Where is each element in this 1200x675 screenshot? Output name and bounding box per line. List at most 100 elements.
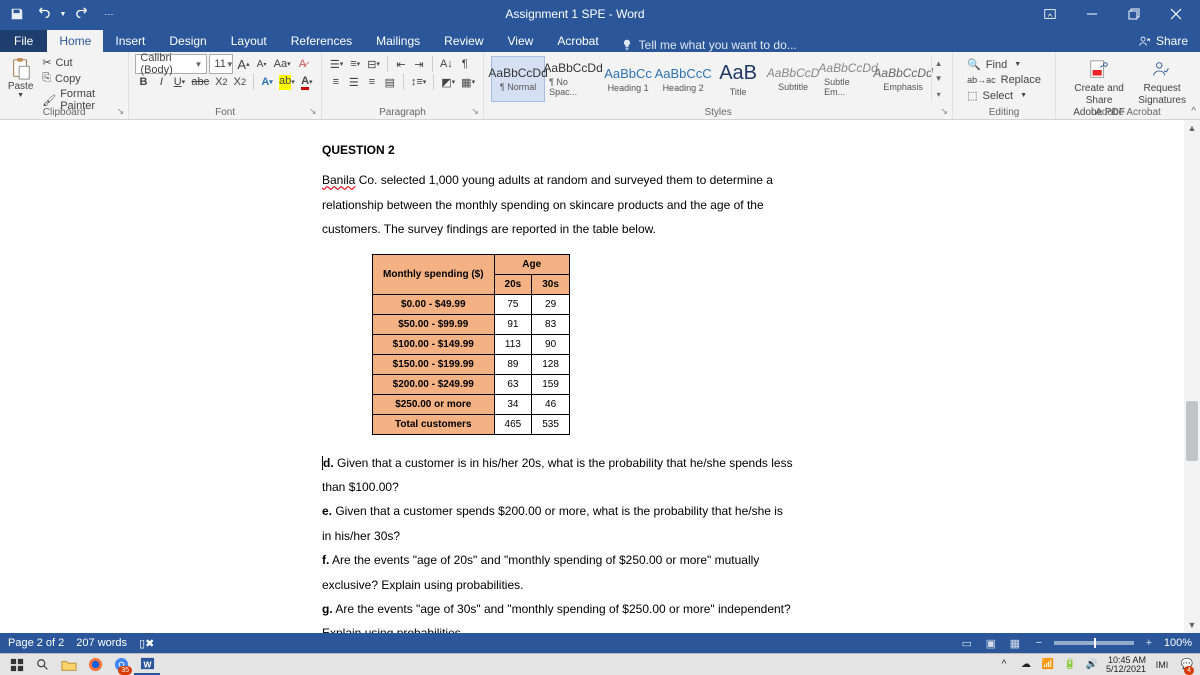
- zoom-in-button[interactable]: +: [1140, 635, 1158, 651]
- select-button[interactable]: ⬚Select▼: [963, 88, 1045, 103]
- zoom-level[interactable]: 100%: [1164, 637, 1192, 649]
- word-button[interactable]: W: [134, 655, 160, 675]
- paste-button[interactable]: Paste ▼: [6, 55, 35, 105]
- scroll-track[interactable]: [1184, 136, 1200, 617]
- find-button[interactable]: 🔍Find▼: [963, 57, 1045, 72]
- styles-launcher[interactable]: ↘: [938, 106, 950, 118]
- word-count[interactable]: 207 words: [76, 637, 127, 650]
- tray-expand-button[interactable]: ^: [996, 655, 1012, 675]
- sort-button[interactable]: A↓: [438, 56, 455, 72]
- increase-indent-button[interactable]: ⇥: [411, 56, 427, 72]
- tab-references[interactable]: References: [279, 30, 364, 52]
- wifi-icon[interactable]: 📶: [1040, 655, 1056, 675]
- clear-formatting-button[interactable]: A̷: [295, 56, 311, 72]
- numbering-button[interactable]: ≡▾: [347, 56, 363, 72]
- align-center-button[interactable]: ☰: [346, 74, 362, 90]
- align-right-button[interactable]: ≡: [364, 74, 380, 90]
- align-left-button[interactable]: ≡: [328, 74, 344, 90]
- underline-button[interactable]: U▾: [171, 74, 187, 90]
- gallery-scroll-up[interactable]: ▲: [932, 56, 945, 71]
- tell-me-search[interactable]: Tell me what you want to do...: [611, 38, 807, 52]
- tab-layout[interactable]: Layout: [219, 30, 279, 52]
- clock[interactable]: 10:45 AM 5/12/2021: [1106, 656, 1146, 674]
- vertical-scrollbar[interactable]: ▲ ▼: [1184, 120, 1200, 633]
- text-effects-button[interactable]: A▾: [259, 74, 275, 90]
- cut-button[interactable]: ✂Cut: [39, 55, 122, 70]
- style-heading2[interactable]: AaBbCcCHeading 2: [656, 56, 710, 102]
- maximize-button[interactable]: [1114, 0, 1154, 28]
- gallery-expand[interactable]: ▾: [932, 87, 945, 102]
- highlight-button[interactable]: ab▾: [277, 74, 297, 90]
- font-color-button[interactable]: A▾: [299, 74, 315, 90]
- scroll-up-button[interactable]: ▲: [1184, 120, 1200, 136]
- grow-font-button[interactable]: A▴: [235, 56, 251, 72]
- document-area[interactable]: QUESTION 2 Banila Co. selected 1,000 you…: [0, 120, 1184, 633]
- onedrive-icon[interactable]: ☁: [1018, 655, 1034, 675]
- change-case-button[interactable]: Aa▾: [272, 56, 293, 72]
- gallery-scroll-down[interactable]: ▼: [932, 71, 945, 86]
- style-subtitle[interactable]: AaBbCcDSubtitle: [766, 56, 820, 102]
- spellcheck-button[interactable]: ▯✖: [139, 637, 154, 650]
- read-mode-button[interactable]: ▭: [958, 635, 976, 651]
- scroll-thumb[interactable]: [1186, 401, 1198, 461]
- undo-dropdown[interactable]: ▼: [58, 3, 68, 25]
- zoom-slider[interactable]: [1054, 641, 1134, 645]
- zoom-out-button[interactable]: −: [1030, 635, 1048, 651]
- request-signatures-button[interactable]: Request Signatures: [1138, 59, 1186, 107]
- tab-insert[interactable]: Insert: [103, 30, 157, 52]
- tab-view[interactable]: View: [496, 30, 546, 52]
- web-layout-button[interactable]: ▦: [1006, 635, 1024, 651]
- font-launcher[interactable]: ↘: [307, 106, 319, 118]
- multilevel-button[interactable]: ⊟▾: [365, 56, 382, 72]
- clipboard-launcher[interactable]: ↘: [114, 106, 126, 118]
- style-emphasis[interactable]: AaBbCcDdEmphasis: [876, 56, 930, 102]
- page-indicator[interactable]: Page 2 of 2: [8, 637, 64, 650]
- print-layout-button[interactable]: ▣: [982, 635, 1000, 651]
- battery-icon[interactable]: 🔋: [1062, 655, 1078, 675]
- style-heading1[interactable]: AaBbCcHeading 1: [601, 56, 655, 102]
- superscript-button[interactable]: X2: [232, 74, 248, 90]
- tab-home[interactable]: Home: [47, 30, 103, 52]
- font-name-combo[interactable]: Calibri (Body)▼: [135, 54, 207, 74]
- tab-mailings[interactable]: Mailings: [364, 30, 432, 52]
- scroll-down-button[interactable]: ▼: [1184, 617, 1200, 633]
- bold-button[interactable]: B: [135, 74, 151, 90]
- ime-indicator[interactable]: IMI: [1152, 655, 1172, 675]
- line-spacing-button[interactable]: ↕≡▾: [409, 74, 428, 90]
- volume-icon[interactable]: 🔊: [1084, 655, 1100, 675]
- tab-design[interactable]: Design: [157, 30, 218, 52]
- copy-button[interactable]: ⎘Copy: [39, 71, 122, 86]
- tab-acrobat[interactable]: Acrobat: [545, 30, 610, 52]
- replace-button[interactable]: ab→acReplace: [963, 73, 1045, 87]
- file-explorer-button[interactable]: [56, 655, 82, 675]
- bullets-button[interactable]: ☰▾: [328, 56, 345, 72]
- font-size-combo[interactable]: 11▼: [209, 54, 233, 74]
- shading-button[interactable]: ◩▾: [439, 74, 457, 90]
- italic-button[interactable]: I: [153, 74, 169, 90]
- undo-button[interactable]: [32, 3, 54, 25]
- decrease-indent-button[interactable]: ⇤: [393, 56, 409, 72]
- style-normal[interactable]: AaBbCcDd¶ Normal: [491, 56, 545, 102]
- redo-button[interactable]: [72, 3, 94, 25]
- strikethrough-button[interactable]: abc: [189, 74, 211, 90]
- style-no-spacing[interactable]: AaBbCcDd¶ No Spac...: [546, 56, 600, 102]
- paragraph-launcher[interactable]: ↘: [469, 106, 481, 118]
- share-button[interactable]: Share: [1127, 30, 1200, 52]
- qat-customize[interactable]: ⋯: [98, 3, 120, 25]
- search-button[interactable]: [30, 655, 56, 675]
- style-subtle-emphasis[interactable]: AaBbCcDdSubtle Em...: [821, 56, 875, 102]
- show-marks-button[interactable]: ¶: [457, 56, 473, 72]
- save-button[interactable]: [6, 3, 28, 25]
- ribbon-display-options[interactable]: [1030, 0, 1070, 28]
- minimize-button[interactable]: [1072, 0, 1112, 28]
- shrink-font-button[interactable]: A▾: [254, 56, 270, 72]
- subscript-button[interactable]: X2: [213, 74, 229, 90]
- justify-button[interactable]: ▤: [382, 74, 398, 90]
- chrome-button[interactable]: 35: [108, 655, 134, 675]
- tab-review[interactable]: Review: [432, 30, 495, 52]
- style-title[interactable]: AaBTitle: [711, 56, 765, 102]
- tab-file[interactable]: File: [0, 30, 47, 52]
- borders-button[interactable]: ▦▾: [459, 74, 477, 90]
- start-button[interactable]: [4, 655, 30, 675]
- action-center-button[interactable]: 💬4: [1178, 655, 1196, 675]
